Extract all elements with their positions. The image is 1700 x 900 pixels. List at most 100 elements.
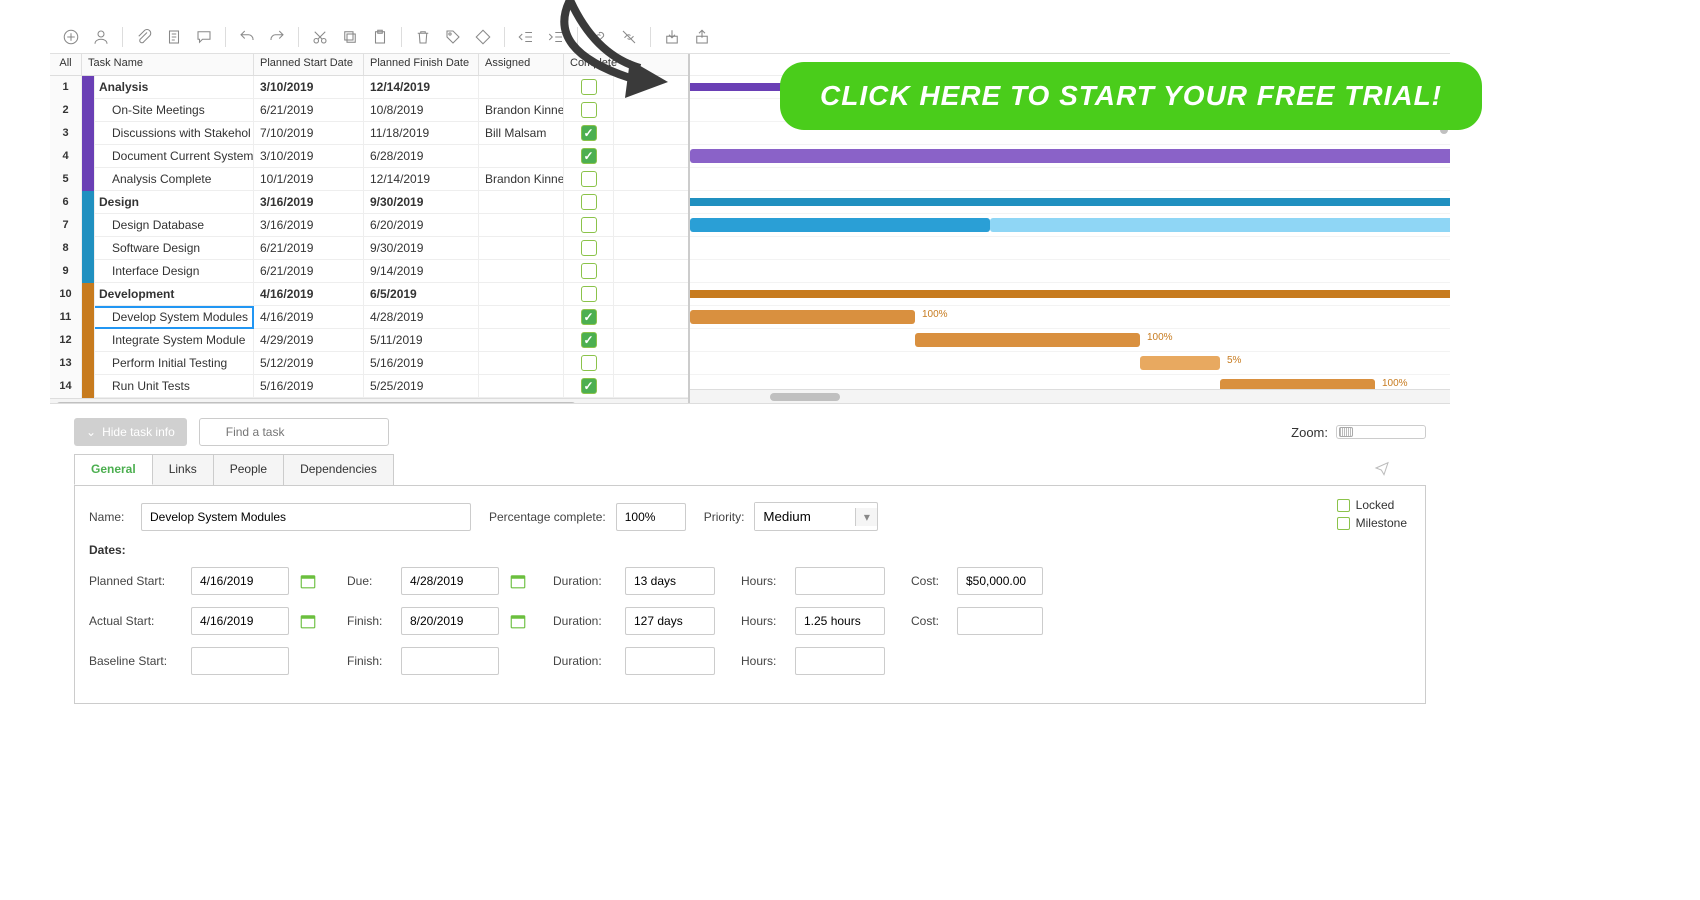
zoom-slider[interactable] [1336, 425, 1426, 439]
complete-checkbox[interactable] [581, 125, 597, 141]
cta-banner[interactable]: CLICK HERE TO START YOUR FREE TRIAL! [780, 62, 1482, 130]
gantt-bar[interactable] [990, 218, 1450, 232]
table-row[interactable]: 14Run Unit Tests5/16/20195/25/2019 [50, 375, 688, 398]
table-row[interactable]: 5Analysis Complete10/1/201912/14/2019Bra… [50, 168, 688, 191]
add-icon[interactable] [60, 26, 82, 48]
calendar-icon[interactable] [509, 612, 527, 630]
table-row[interactable]: 4Document Current System3/10/20196/28/20… [50, 145, 688, 168]
table-row[interactable]: 13Perform Initial Testing5/12/20195/16/2… [50, 352, 688, 375]
calendar-icon[interactable] [299, 612, 317, 630]
calendar-icon[interactable] [299, 572, 317, 590]
complete-checkbox[interactable] [581, 263, 597, 279]
gantt-bar[interactable] [690, 218, 990, 232]
col-task-name[interactable]: Task Name [82, 54, 254, 75]
table-row[interactable]: 11Develop System Modules4/16/20194/28/20… [50, 306, 688, 329]
planned-start-input[interactable] [191, 567, 289, 595]
finish-input[interactable] [401, 607, 499, 635]
delete-icon[interactable] [412, 26, 434, 48]
cost-actual-input[interactable] [957, 607, 1043, 635]
cut-icon[interactable] [309, 26, 331, 48]
table-row[interactable]: 6−Design3/16/20199/30/2019 [50, 191, 688, 214]
complete-checkbox[interactable] [581, 240, 597, 256]
col-planned-start[interactable]: Planned Start Date [254, 54, 364, 75]
find-task-input[interactable] [199, 418, 389, 446]
paste-icon[interactable] [369, 26, 391, 48]
gantt-bar[interactable] [690, 290, 1450, 298]
copy-icon[interactable] [339, 26, 361, 48]
planned-start-label: Planned Start: [89, 574, 181, 588]
note-icon[interactable] [163, 26, 185, 48]
progress-label: 100% [922, 309, 948, 320]
tab-people[interactable]: People [213, 454, 284, 485]
baseline-finish-input[interactable] [401, 647, 499, 675]
undo-icon[interactable] [236, 26, 258, 48]
table-row[interactable]: 7Design Database3/16/20196/20/2019 [50, 214, 688, 237]
col-planned-finish[interactable]: Planned Finish Date [364, 54, 479, 75]
duration-label: Duration: [553, 614, 615, 628]
table-row[interactable]: 9Interface Design6/21/20199/14/2019 [50, 260, 688, 283]
actual-start-input[interactable] [191, 607, 289, 635]
complete-checkbox[interactable] [581, 355, 597, 371]
progress-label: 100% [1382, 378, 1408, 389]
hours-plan-input[interactable] [795, 567, 885, 595]
cost-plan-input[interactable] [957, 567, 1043, 595]
task-name-input[interactable] [141, 503, 471, 531]
complete-checkbox[interactable] [581, 171, 597, 187]
col-all[interactable]: All [50, 54, 82, 75]
duration-plan-input[interactable] [625, 567, 715, 595]
task-detail-panel: Locked Milestone Name: Percentage comple… [74, 485, 1426, 704]
person-icon[interactable] [90, 26, 112, 48]
complete-checkbox[interactable] [581, 378, 597, 394]
gantt-bar[interactable] [690, 149, 1450, 163]
tag-icon[interactable] [442, 26, 464, 48]
duration-actual-input[interactable] [625, 607, 715, 635]
complete-checkbox[interactable] [581, 148, 597, 164]
baseline-hours-input[interactable] [795, 647, 885, 675]
hours-label: Hours: [741, 574, 785, 588]
gantt-bar[interactable] [915, 333, 1140, 347]
cta-arrow [540, 0, 700, 113]
due-input[interactable] [401, 567, 499, 595]
send-icon[interactable] [1366, 454, 1398, 485]
chevron-down-icon: ▾ [855, 508, 877, 526]
redo-icon[interactable] [266, 26, 288, 48]
diamond-icon[interactable] [472, 26, 494, 48]
comment-icon[interactable] [193, 26, 215, 48]
priority-select[interactable]: ▾ [754, 502, 878, 531]
calendar-icon[interactable] [509, 572, 527, 590]
gantt-row [690, 237, 1450, 260]
table-row[interactable]: 8Software Design6/21/20199/30/2019 [50, 237, 688, 260]
gantt-row [690, 168, 1450, 191]
tab-links[interactable]: Links [152, 454, 214, 485]
complete-checkbox[interactable] [581, 194, 597, 210]
complete-checkbox[interactable] [581, 309, 597, 325]
locked-checkbox[interactable]: Locked [1337, 498, 1407, 512]
gantt-bar[interactable] [690, 198, 1450, 206]
gantt-bar[interactable] [690, 310, 915, 324]
tab-dependencies[interactable]: Dependencies [283, 454, 394, 485]
table-row[interactable]: 10−Development4/16/20196/5/2019 [50, 283, 688, 306]
duration-label: Duration: [553, 574, 615, 588]
pct-label: Percentage complete: [489, 510, 606, 524]
complete-checkbox[interactable] [581, 217, 597, 233]
gantt-row: 100% [690, 329, 1450, 352]
hours-actual-input[interactable] [795, 607, 885, 635]
pct-complete-input[interactable] [616, 503, 686, 531]
tab-general[interactable]: General [74, 454, 153, 485]
outdent-icon[interactable] [515, 26, 537, 48]
gantt-bar[interactable] [1140, 356, 1220, 370]
baseline-duration-input[interactable] [625, 647, 715, 675]
gantt-row [690, 145, 1450, 168]
grid-hscroll[interactable] [50, 398, 688, 403]
table-row[interactable]: 3Discussions with Stakehol7/10/201911/18… [50, 122, 688, 145]
milestone-checkbox[interactable]: Milestone [1337, 516, 1407, 530]
baseline-start-input[interactable] [191, 647, 289, 675]
attach-icon[interactable] [133, 26, 155, 48]
hide-task-info-button[interactable]: ⌄ Hide task info [74, 418, 187, 446]
complete-checkbox[interactable] [581, 286, 597, 302]
name-label: Name: [89, 510, 131, 524]
table-row[interactable]: 12Integrate System Module4/29/20195/11/2… [50, 329, 688, 352]
complete-checkbox[interactable] [581, 332, 597, 348]
gantt-hscroll[interactable] [690, 389, 1450, 403]
dates-header: Dates: [89, 543, 1411, 557]
